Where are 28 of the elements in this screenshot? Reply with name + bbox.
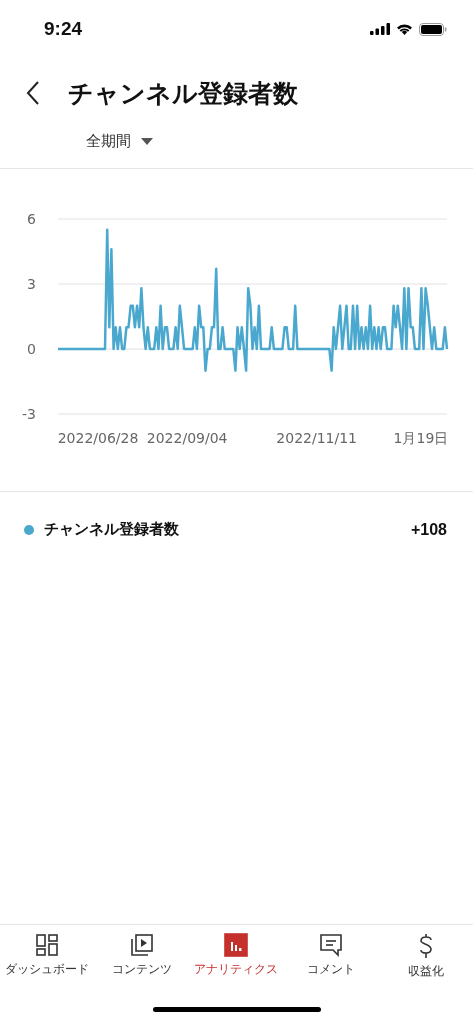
y-axis-label: -3 [22, 406, 36, 422]
legend-label: チャンネル登録者数 [44, 520, 180, 539]
caret-icon [141, 138, 153, 145]
nav-tab[interactable]: コメント [283, 925, 379, 987]
nav-tab[interactable]: 収益化 [378, 925, 473, 987]
battery-icon [419, 22, 447, 36]
period-dropdown[interactable]: 全期間 [86, 132, 153, 151]
nav-tab[interactable]: ダッシュボード [0, 925, 95, 987]
status-time: 9:24 [44, 18, 83, 40]
signal-icon [370, 23, 390, 35]
dollar-icon [417, 933, 434, 959]
page-title: チャンネル登録者数 [68, 77, 298, 110]
x-axis-label: 2022/09/04 [146, 430, 228, 446]
wifi-icon [396, 23, 413, 35]
back-icon[interactable] [26, 80, 40, 106]
x-axis-label: 2022/06/28 [57, 430, 139, 446]
comment-icon [319, 933, 344, 957]
y-axis-label: 3 [27, 276, 36, 292]
y-axis-label: 6 [27, 211, 36, 227]
nav-tab[interactable]: アナリティクス [189, 925, 284, 987]
analytics-icon [224, 933, 249, 957]
video-library-icon [129, 933, 154, 957]
nav-tab[interactable]: コンテンツ [94, 925, 190, 987]
dashboard-icon [35, 933, 60, 957]
x-axis-label: 2022/11/11 [276, 430, 358, 446]
legend-total: +108 [410, 520, 447, 539]
x-axis-label: 1月19日 [393, 430, 449, 446]
y-axis-label: 0 [27, 341, 36, 357]
